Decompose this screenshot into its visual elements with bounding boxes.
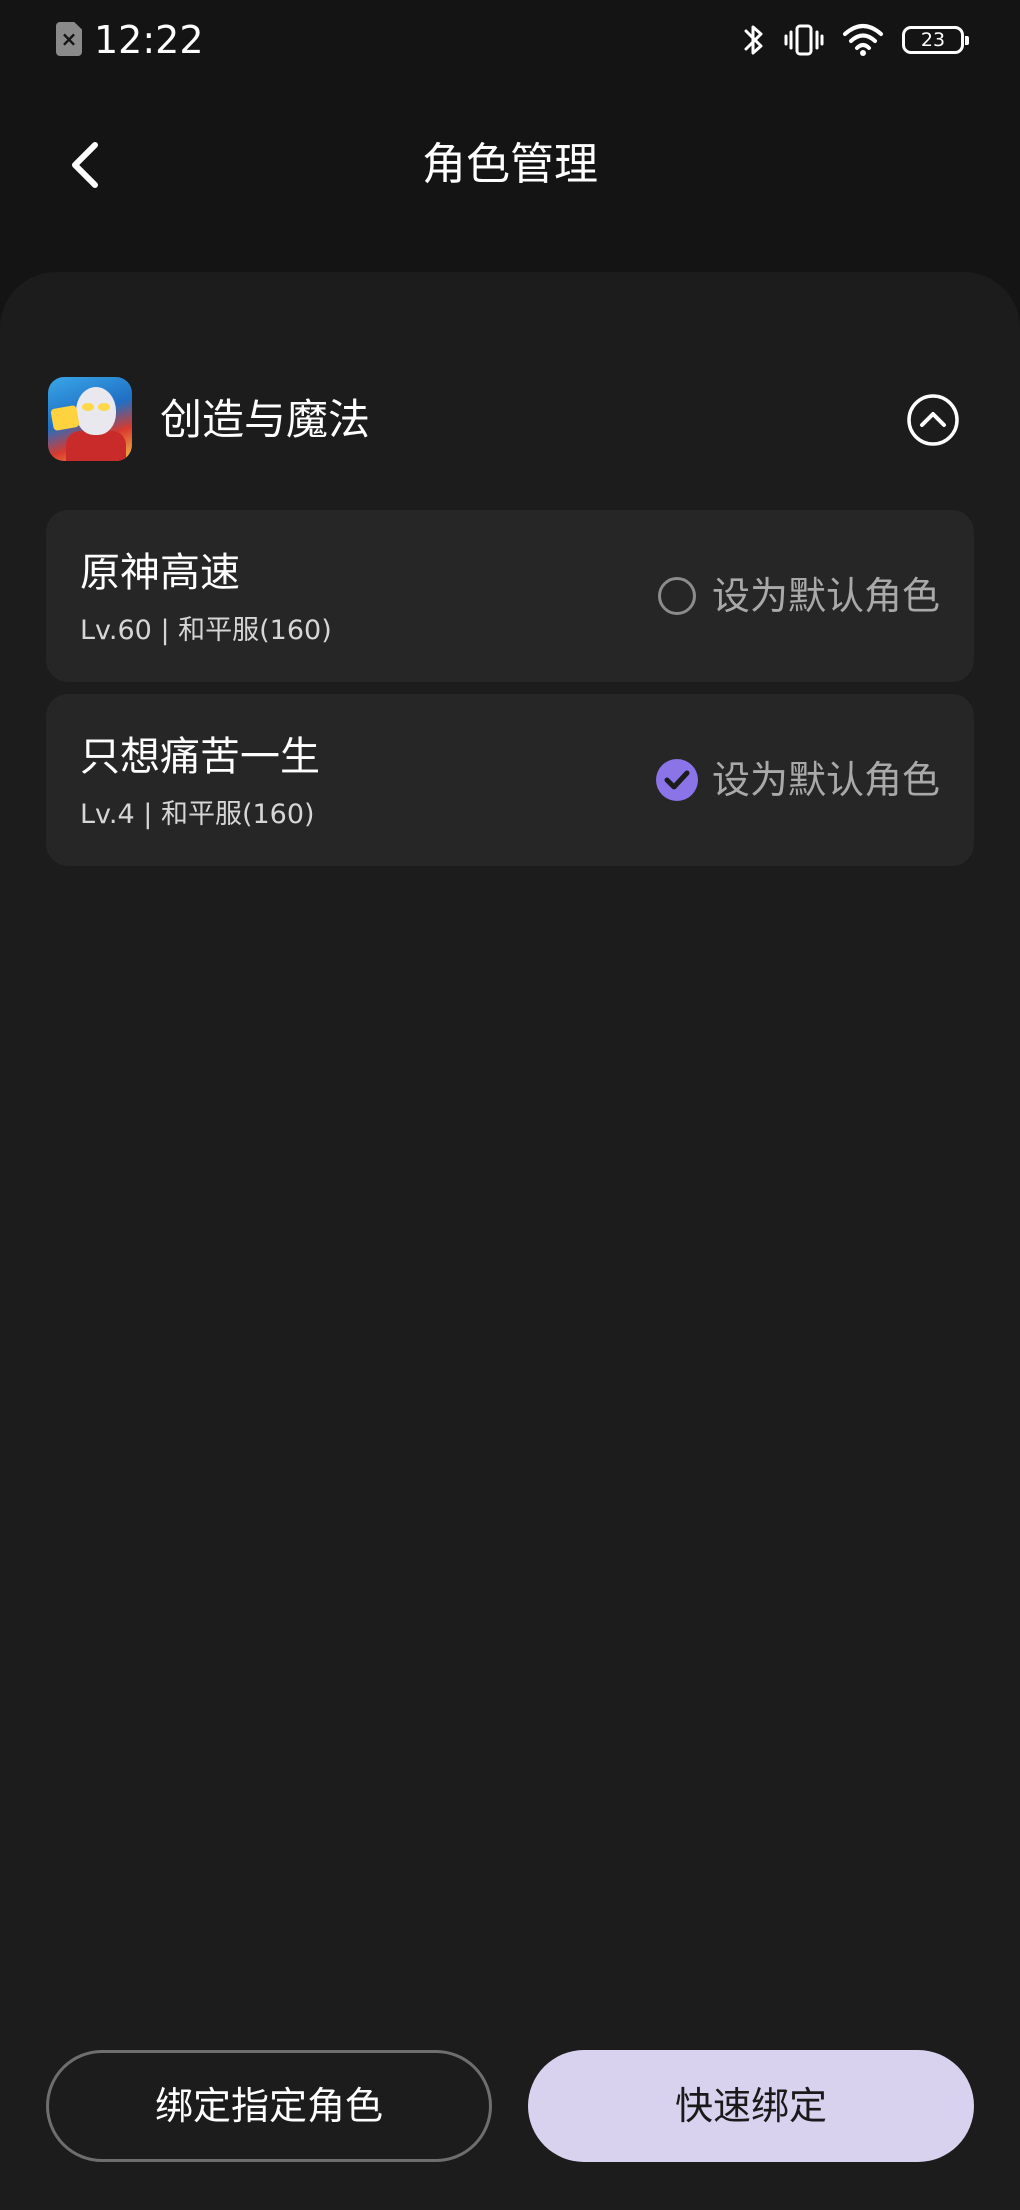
game-icon-badge: [50, 404, 80, 432]
page-title: 角色管理: [422, 139, 598, 190]
radio-checked-icon[interactable]: [655, 759, 698, 801]
set-default-toggle[interactable]: 设为默认角色: [655, 752, 940, 808]
wifi-icon: [843, 24, 883, 56]
no-sim-icon: ×: [56, 22, 82, 56]
bluetooth-icon: [744, 25, 763, 55]
vibrate-icon: [784, 24, 824, 56]
game-icon-hero-eye-left: [82, 403, 94, 411]
role-meta: Lv.4 | 和平服(160): [80, 799, 315, 830]
game-icon-hero-body: [66, 431, 126, 461]
set-default-label: 设为默认角色: [711, 574, 940, 618]
status-icons: 23: [742, 16, 969, 64]
role-card[interactable]: 原神高速 Lv.60 | 和平服(160) 设为默认角色: [46, 510, 974, 682]
role-card[interactable]: 只想痛苦一生 Lv.4 | 和平服(160) 设为默认角色: [46, 694, 974, 866]
role-name: 原神高速: [80, 550, 240, 596]
bottom-actions: 绑定指定角色 快速绑定: [0, 2050, 1020, 2164]
role-name: 只想痛苦一生: [80, 734, 320, 780]
chevron-up-circle-icon[interactable]: [906, 393, 960, 447]
game-icon-hero-eye-right: [98, 403, 110, 411]
set-default-toggle[interactable]: 设为默认角色: [657, 568, 940, 624]
battery-icon: 23: [902, 26, 969, 54]
battery-level: 23: [920, 29, 946, 51]
game-name: 创造与魔法: [160, 395, 371, 444]
set-default-label: 设为默认角色: [711, 758, 940, 802]
bind-specific-role-button[interactable]: 绑定指定角色: [46, 2050, 492, 2162]
quick-bind-button[interactable]: 快速绑定: [528, 2050, 974, 2162]
status-time: 12:22: [94, 18, 204, 62]
radio-unchecked-icon[interactable]: [657, 577, 696, 615]
game-icon: [48, 377, 132, 461]
header: 角色管理: [0, 100, 1020, 230]
game-icon-hero-head: [76, 387, 116, 435]
status-bar: × 12:22 23: [0, 0, 1020, 80]
role-meta: Lv.60 | 和平服(160): [80, 615, 332, 646]
game-row[interactable]: 创造与魔法: [48, 377, 972, 463]
role-sheet: 创造与魔法 原神高速 Lv.60 | 和平服(160) 设为默认角色 只想痛苦一…: [0, 272, 1020, 2210]
